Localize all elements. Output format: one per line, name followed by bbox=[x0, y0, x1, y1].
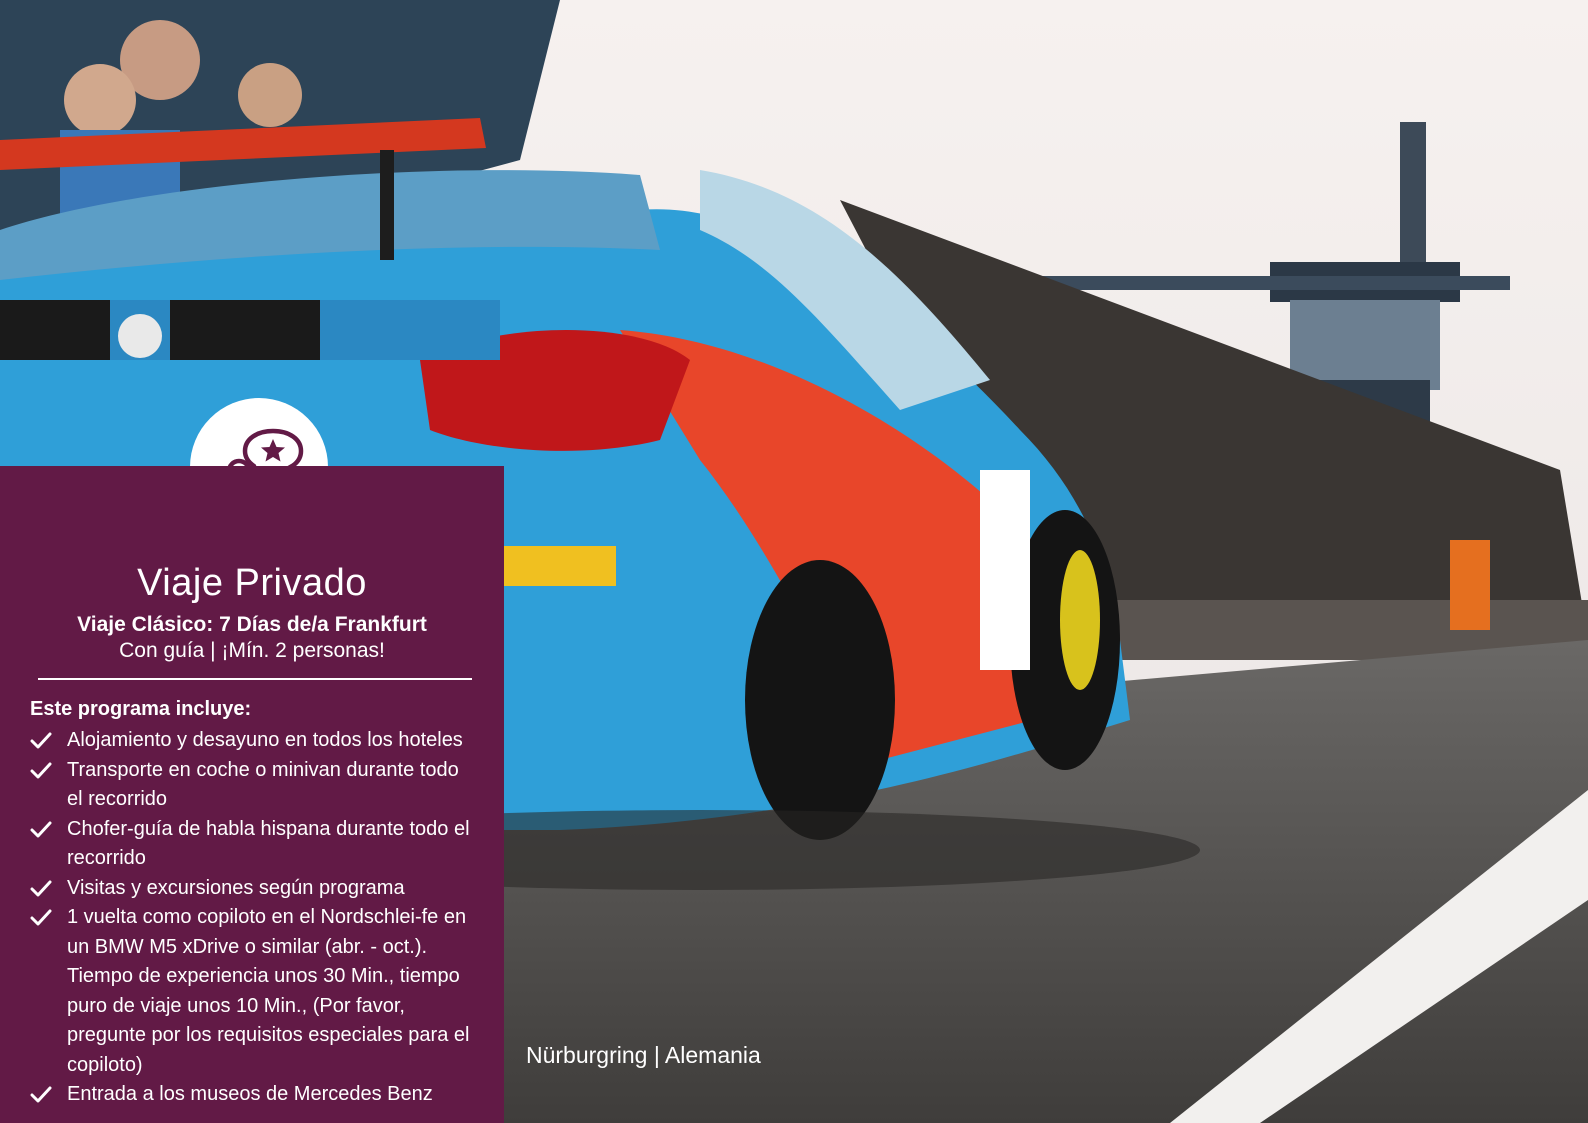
checkmark-icon bbox=[30, 1086, 52, 1103]
checkmark-icon bbox=[30, 821, 52, 837]
photo-caption: Nürburgring | Alemania bbox=[526, 1042, 761, 1068]
trip-subtitle: Viaje Clásico: 7 Días de/a Frankfurt bbox=[77, 613, 427, 636]
list-item: Alojamiento y desayuno en todos los hote… bbox=[30, 726, 470, 756]
list-item-text: Entrada a los museos de Mercedes Benz bbox=[67, 1083, 433, 1105]
list-item-text: 1 vuelta como copiloto en el Nordschlei-… bbox=[67, 906, 470, 1076]
includes-list: Alojamiento y desayuno en todos los hote… bbox=[30, 726, 470, 1110]
checkmark-icon bbox=[30, 909, 52, 926]
list-item: Entrada a los museos de Mercedes Benz bbox=[30, 1080, 470, 1110]
list-item-text: Chofer-guía de habla hispana durante tod… bbox=[67, 817, 470, 870]
list-item: 1 vuelta como copiloto en el Nordschlei-… bbox=[30, 903, 470, 1080]
list-item-text: Visitas y excursiones según programa bbox=[67, 876, 405, 899]
list-item: Visitas y excursiones según programa bbox=[30, 874, 470, 904]
checkmark-icon bbox=[30, 732, 52, 749]
list-item: Chofer-guía de habla hispana durante tod… bbox=[30, 815, 470, 874]
includes-heading: Este programa incluye: bbox=[30, 698, 252, 720]
trip-info-panel: Viaje Privado Viaje Clásico: 7 Días de/a… bbox=[0, 466, 504, 1123]
list-item-text: Transporte en coche o minivan durante to… bbox=[67, 758, 459, 811]
trip-meta: Con guía | ¡Mín. 2 personas! bbox=[119, 639, 385, 662]
list-item-text: Alojamiento y desayuno en todos los hote… bbox=[67, 729, 463, 751]
list-item: Transporte en coche o minivan durante to… bbox=[30, 756, 470, 815]
divider bbox=[38, 678, 472, 680]
checkmark-icon bbox=[30, 762, 52, 778]
checkmark-icon bbox=[30, 880, 52, 896]
panel-title: Viaje Privado bbox=[137, 562, 367, 604]
